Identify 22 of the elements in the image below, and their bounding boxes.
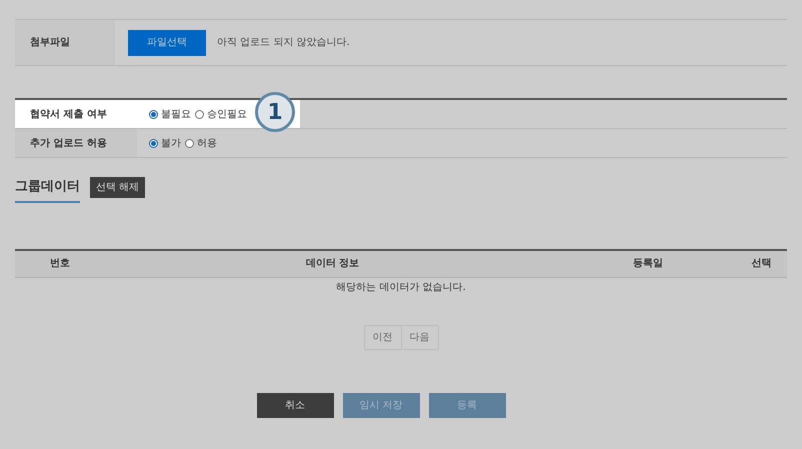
empty-message: 해당하는 데이터가 없습니다. <box>335 280 467 294</box>
radio-option[interactable]: 불가 <box>149 136 181 150</box>
radio-option[interactable]: 불필요 <box>149 106 191 122</box>
clear-selection-button[interactable]: 선택 해제 <box>90 177 146 198</box>
radio-icon[interactable] <box>149 138 158 148</box>
radio-icon[interactable] <box>149 110 158 118</box>
field-label: 첨부파일 <box>15 20 115 65</box>
column-header: 번호 <box>49 257 71 271</box>
radio-icon[interactable] <box>195 110 204 118</box>
radio-option[interactable]: 허용 <box>185 136 217 150</box>
pager-button[interactable]: 이전 <box>364 326 400 348</box>
pager-button[interactable]: 다음 <box>400 326 438 348</box>
action-button[interactable]: 취소 <box>256 392 334 418</box>
step-callout: 1 <box>255 92 295 132</box>
section-title: 그룹데이터 <box>15 177 80 202</box>
radio-option[interactable]: 승인필요 <box>195 106 247 122</box>
upload-status: 아직 업로드 되지 않았습니다. <box>217 36 350 50</box>
column-header: 등록일 <box>632 257 664 271</box>
column-header: 선택 <box>750 257 772 271</box>
radio-icon[interactable] <box>185 138 194 148</box>
field-label: 추가 업로드 허용 <box>15 129 137 157</box>
column-header: 데이터 정보 <box>304 257 360 271</box>
